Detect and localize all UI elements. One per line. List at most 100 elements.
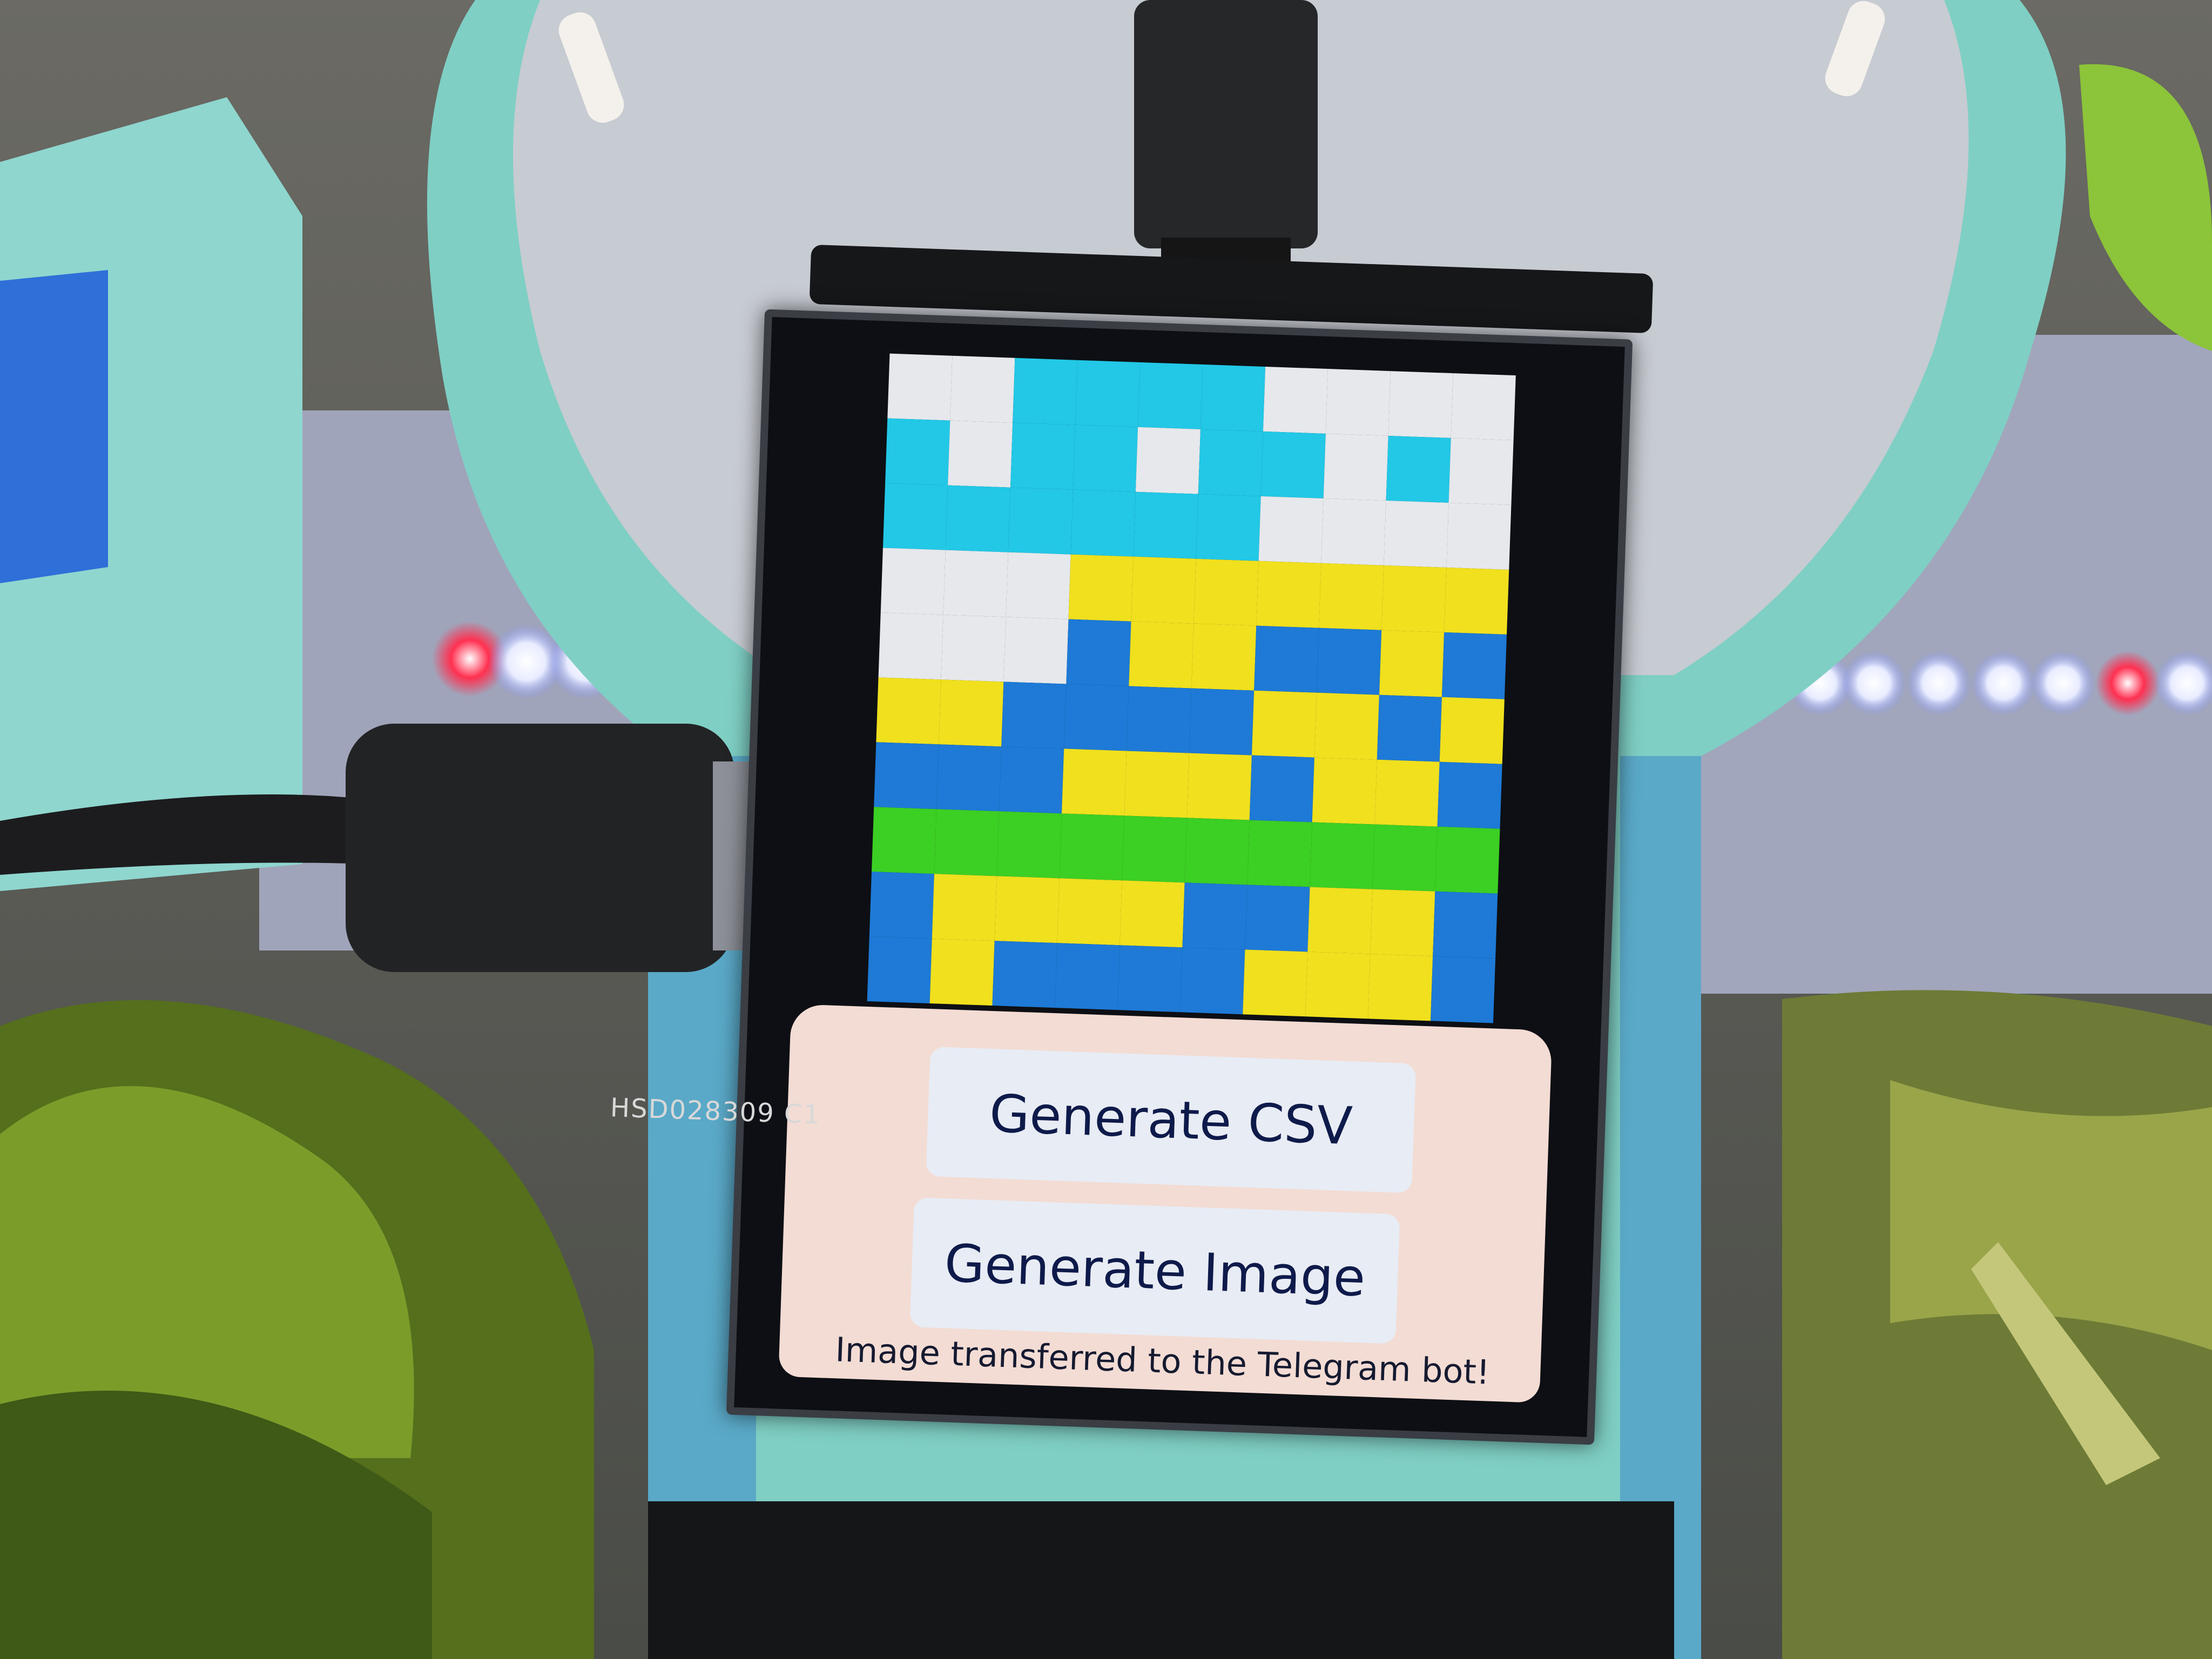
grid-cell	[1441, 632, 1507, 699]
grid-cell	[1200, 364, 1266, 431]
grid-cell	[948, 420, 1013, 488]
grid-cell	[1120, 880, 1185, 948]
grid-cell	[1312, 757, 1377, 825]
grid-cell	[1388, 371, 1453, 439]
grid-cell	[1430, 956, 1496, 1023]
grid-cell	[1073, 424, 1138, 492]
grid-cell	[1075, 360, 1141, 427]
grid-cell	[1189, 688, 1255, 756]
grid-cell	[1124, 751, 1190, 818]
grid-cell	[1381, 565, 1447, 632]
grid-cell	[1386, 435, 1451, 503]
grid-cell	[880, 548, 946, 615]
grid-cell	[992, 941, 1057, 1008]
grid-cell	[929, 939, 995, 1006]
grid-cell	[1377, 694, 1442, 762]
grid-cell	[1260, 431, 1326, 498]
grid-cell	[1379, 630, 1445, 697]
grid-cell	[1323, 433, 1388, 501]
grid-cell	[1122, 815, 1187, 883]
grid-cell	[1314, 692, 1379, 760]
grid-cell	[994, 876, 1060, 943]
grid-cell	[1256, 561, 1321, 628]
grid-cell	[1319, 563, 1384, 630]
grid-cell	[1307, 887, 1373, 954]
grid-cell	[1444, 567, 1509, 635]
grid-cell	[1135, 427, 1201, 494]
grid-cell	[950, 355, 1015, 423]
grid-cell	[1384, 500, 1449, 568]
grid-cell	[1446, 502, 1512, 570]
grid-cell	[1008, 487, 1073, 555]
grid-cell	[1057, 878, 1122, 946]
grid-cell	[1317, 628, 1382, 695]
status-message: Image transferred to the Telegram bot!	[834, 1330, 1491, 1392]
grid-cell	[1254, 625, 1319, 693]
grid-cell	[1131, 556, 1196, 624]
grid-cell	[996, 811, 1062, 879]
grid-cell	[1066, 619, 1131, 686]
grid-cell	[1064, 684, 1129, 751]
grid-cell	[932, 874, 997, 941]
grid-cell	[1055, 943, 1120, 1010]
grid-cell	[1013, 358, 1078, 425]
usb-c-cable	[1134, 0, 1318, 270]
grid-cell	[934, 809, 1000, 876]
grid-cell	[874, 742, 939, 810]
grid-cell	[1129, 621, 1194, 689]
grid-cell	[878, 612, 943, 680]
grid-cell	[1180, 947, 1245, 1015]
grid-cell	[1182, 882, 1247, 950]
grid-cell	[1451, 373, 1516, 441]
grid-cell	[1133, 491, 1198, 559]
grid-cell	[1258, 496, 1324, 563]
grid-cell	[876, 677, 941, 745]
grid-cell	[945, 485, 1010, 552]
grid-cell	[1003, 617, 1069, 684]
grid-cell	[887, 353, 953, 421]
grid-cell	[939, 679, 1004, 747]
lcd-screen: Generate CSV Generate Image Image transf…	[726, 309, 1633, 1445]
grid-cell	[1437, 761, 1502, 829]
grid-cell	[1127, 686, 1192, 753]
grid-cell	[1321, 498, 1386, 565]
grid-cell	[1439, 697, 1505, 764]
generate-image-button[interactable]: Generate Image	[909, 1197, 1400, 1344]
grid-cell	[936, 744, 1002, 812]
grid-cell	[1059, 813, 1124, 881]
generate-csv-button[interactable]: Generate CSV	[926, 1047, 1417, 1193]
grid-cell	[1061, 748, 1127, 816]
grid-cell	[1370, 889, 1435, 956]
grid-cell	[999, 746, 1064, 814]
grid-cell	[1435, 826, 1500, 894]
grid-cell	[1245, 885, 1310, 952]
grid-cell	[1191, 623, 1257, 691]
grid-cell	[1305, 952, 1371, 1019]
grid-cell	[882, 483, 948, 550]
grid-cell	[1070, 489, 1136, 557]
grid-cell	[885, 418, 950, 485]
grid-cell	[1368, 954, 1433, 1021]
grid-cell	[1448, 438, 1514, 505]
grid-cell	[867, 936, 932, 1004]
grid-cell	[1001, 682, 1067, 749]
grid-cell	[943, 550, 1008, 617]
grid-cell	[1193, 558, 1259, 626]
grid-cell	[1310, 822, 1375, 889]
grid-cell	[1243, 949, 1308, 1017]
grid-cell	[1184, 818, 1250, 885]
grid-cell	[1117, 945, 1183, 1013]
grid-cell	[1249, 755, 1314, 822]
control-panel: Generate CSV Generate Image Image transf…	[778, 1004, 1553, 1403]
grid-cell	[1198, 429, 1263, 496]
pixel-art-grid	[867, 353, 1516, 1023]
grid-cell	[1263, 366, 1328, 434]
grid-cell	[1138, 362, 1203, 429]
grid-cell	[1247, 820, 1312, 887]
grid-cell	[1196, 494, 1261, 561]
grid-cell	[869, 872, 934, 939]
grid-cell	[941, 615, 1006, 682]
grid-cell	[1006, 552, 1071, 619]
grid-cell	[1433, 891, 1498, 959]
grid-cell	[871, 807, 937, 874]
